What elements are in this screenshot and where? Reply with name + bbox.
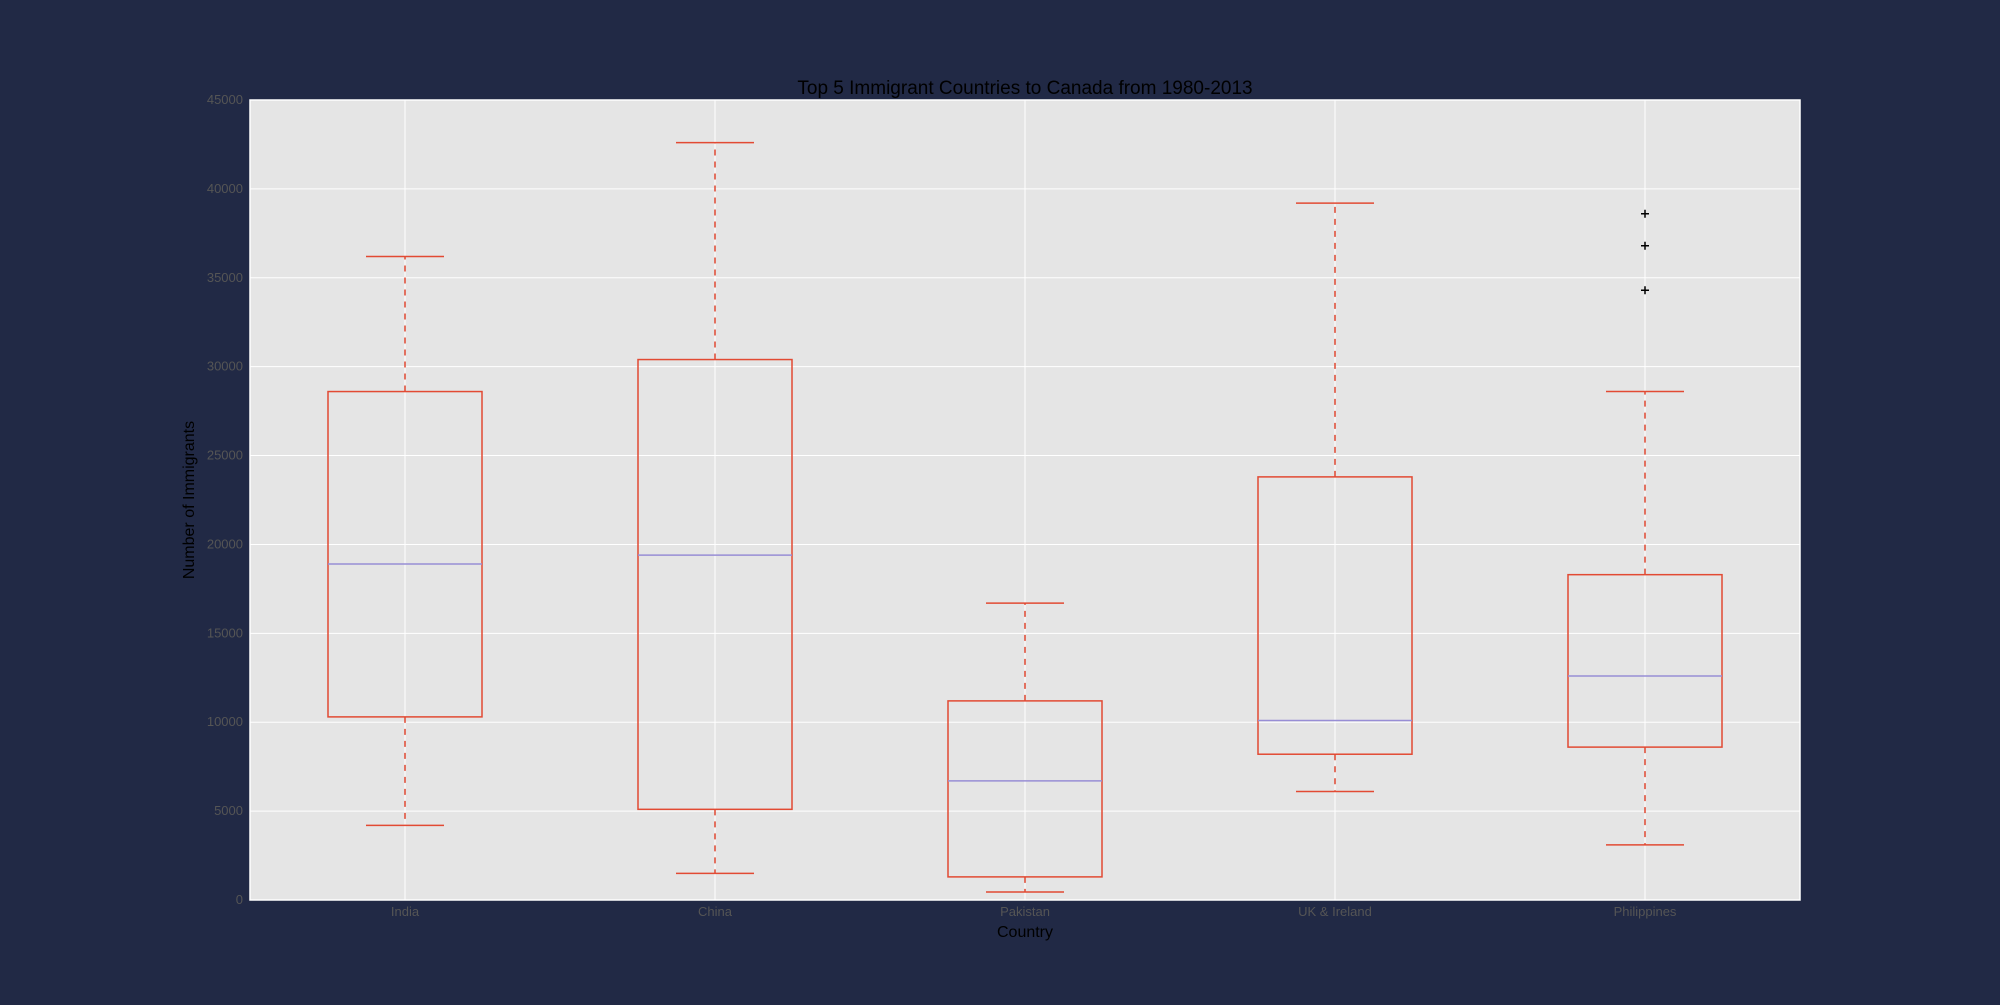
y-tick-label: 40000 <box>207 181 243 196</box>
x-tick-label: UK & Ireland <box>1298 904 1372 919</box>
x-tick-label: China <box>698 904 733 919</box>
y-tick-label: 10000 <box>207 714 243 729</box>
chart-title: Top 5 Immigrant Countries to Canada from… <box>797 78 1252 99</box>
y-tick-label: 30000 <box>207 359 243 374</box>
x-tick-label: Pakistan <box>1000 904 1050 919</box>
y-tick-label: 35000 <box>207 270 243 285</box>
x-axis-title: Country <box>997 924 1053 941</box>
y-tick-label: 5000 <box>214 803 243 818</box>
y-tick-label: 15000 <box>207 625 243 640</box>
y-axis-title: Number of Immigrants <box>181 421 198 579</box>
chart-container: 0 5000 10000 15000 20000 25000 30000 35000 40000… <box>0 0 2000 1000</box>
y-tick-label: 45000 <box>207 92 243 107</box>
x-tick-labels: India China Pakistan UK & Ireland Philippine… <box>391 904 1677 919</box>
x-tick-label: Philippines <box>1614 904 1677 919</box>
y-tick-label: 20000 <box>207 536 243 551</box>
y-tick-labels: 0 5000 10000 15000 20000 25000 30000 35000 40000… <box>207 92 243 907</box>
y-tick-label: 0 <box>236 892 243 907</box>
y-tick-label: 25000 <box>207 448 243 463</box>
box-plot-chart: 0 5000 10000 15000 20000 25000 30000 35000 40000… <box>181 78 1801 941</box>
x-tick-label: India <box>391 904 420 919</box>
